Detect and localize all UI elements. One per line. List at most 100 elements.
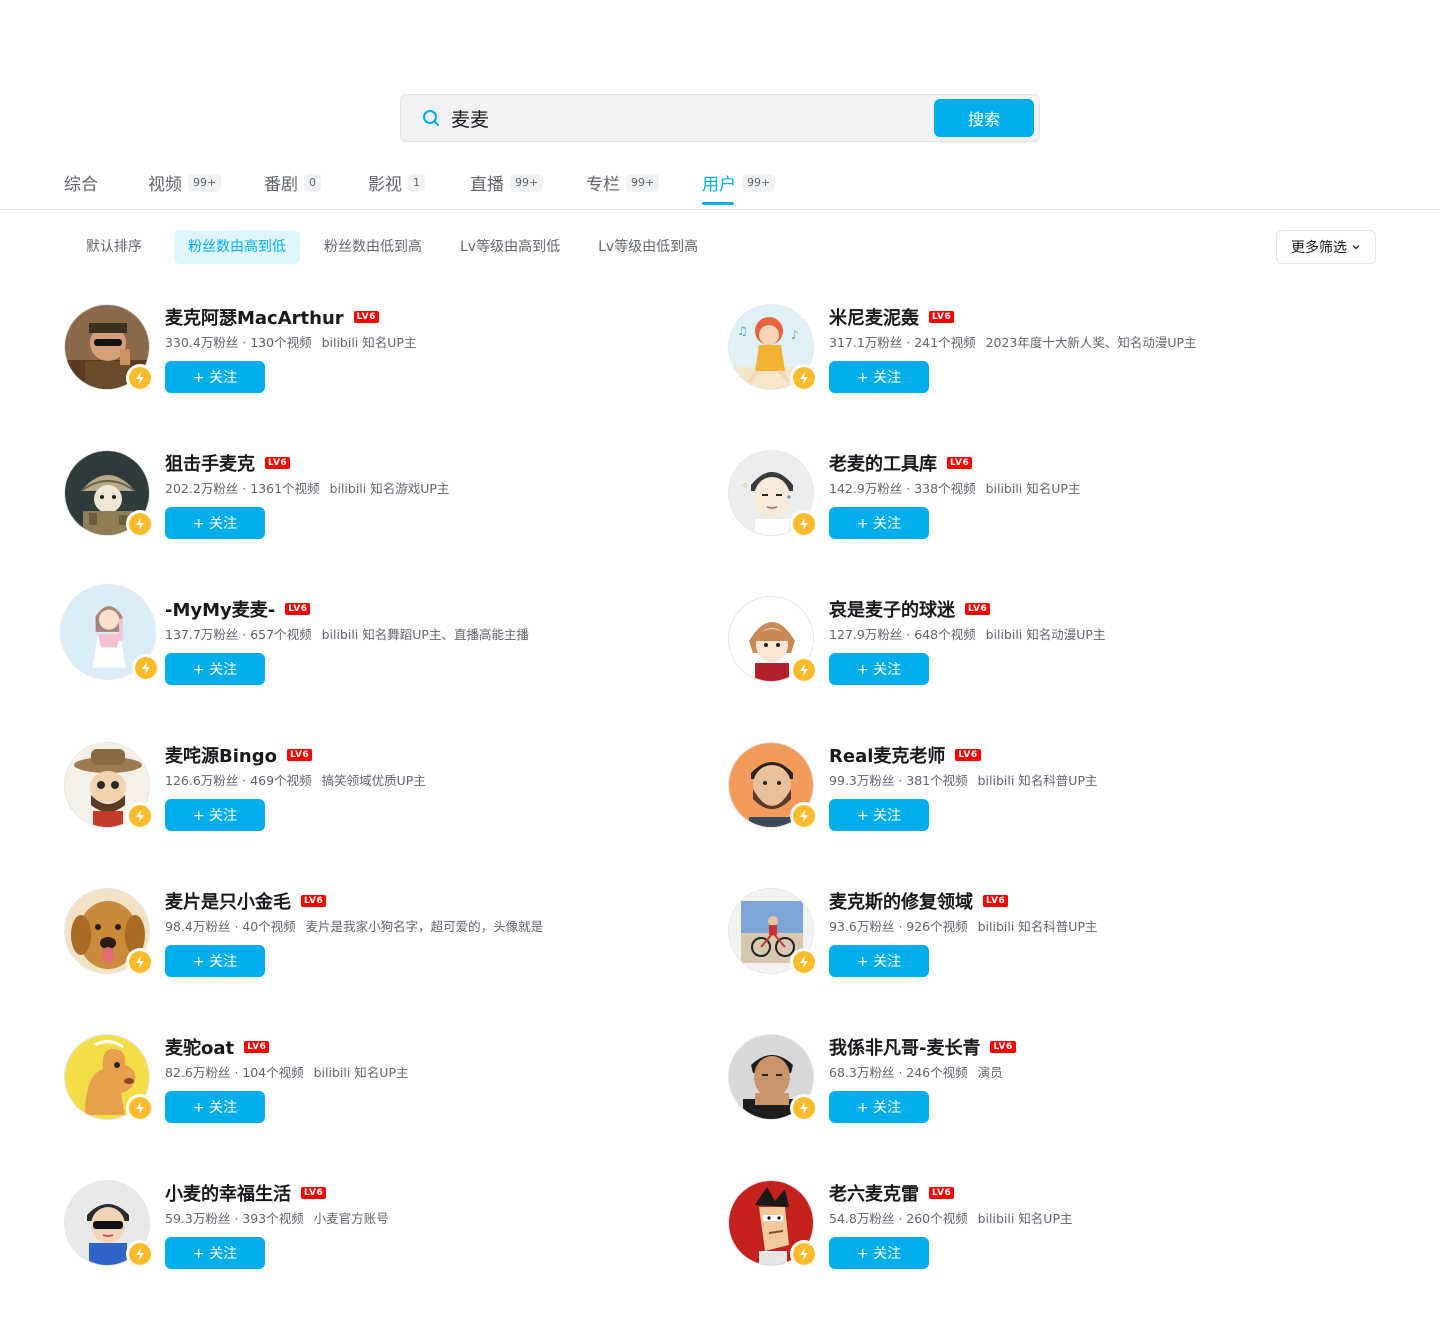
tab-label: 直播 [470,175,504,195]
level-badge: LV6 [929,1187,955,1199]
sort-option-3[interactable]: Lv等级由高到低 [448,230,572,264]
user-name[interactable]: 麦驼oat [165,1034,234,1060]
follow-button[interactable]: + 关注 [829,799,929,831]
user-info: 我係非凡哥-麦长青 LV6 68.3万粉丝 · 246个视频 演员 + 关注 [829,1034,1369,1123]
user-name[interactable]: 哀是麦子的球迷 [829,596,955,622]
follow-button[interactable]: + 关注 [165,945,265,977]
level-badge: LV6 [301,895,327,907]
search-input[interactable] [451,103,921,133]
user-name[interactable]: 麦克斯的修复领域 [829,888,973,914]
avatar-link[interactable] [728,596,818,684]
user-info: 麦驼oat LV6 82.6万粉丝 · 104个视频 bilibili 知名UP… [165,1034,705,1123]
tab-4[interactable]: 直播 99+ [470,166,586,210]
avatar-link[interactable] [728,1180,818,1268]
fans-count: 137.7万粉丝 [165,627,239,642]
follow-button[interactable]: + 关注 [829,945,929,977]
user-name-row: 小麦的幸福生活 LV6 [165,1180,705,1206]
video-count: 130个视频 [250,335,312,350]
user-description: 演员 [977,1065,1003,1080]
follow-button[interactable]: + 关注 [829,653,929,685]
follow-button[interactable]: + 关注 [165,507,265,539]
user-name[interactable]: 我係非凡哥-麦长青 [829,1034,980,1060]
user-name[interactable]: 麦片是只小金毛 [165,888,291,914]
fans-count: 317.1万粉丝 [829,335,903,350]
video-count: 104个视频 [242,1065,304,1080]
user-description: bilibili 知名动漫UP主 [985,627,1106,642]
avatar-link[interactable] [728,742,818,830]
follow-button[interactable]: + 关注 [829,361,929,393]
user-meta: 330.4万粉丝 · 130个视频 bilibili 知名UP主 [165,334,705,352]
fans-count: 93.6万粉丝 [829,919,895,934]
user-name[interactable]: -MyMy麦麦- [165,596,275,622]
user-name-row: 哀是麦子的球迷 LV6 [829,596,1369,622]
user-info: -MyMy麦麦- LV6 137.7万粉丝 · 657个视频 bilibili … [165,596,705,685]
tab-5[interactable]: 专栏 99+ [586,166,702,210]
fans-count: 127.9万粉丝 [829,627,903,642]
user-name[interactable]: 麦咤源Bingo [165,742,277,768]
user-card: 麦克斯的修复领域 LV6 93.6万粉丝 · 926个视频 bilibili 知… [728,888,1368,988]
video-count: 381个视频 [906,773,968,788]
sort-option-4[interactable]: Lv等级由低到高 [586,230,710,264]
tab-2[interactable]: 番剧 0 [264,166,368,210]
user-description: bilibili 知名UP主 [977,1211,1073,1226]
follow-button[interactable]: + 关注 [165,1237,265,1269]
avatar-link[interactable] [728,1034,818,1122]
avatar-link[interactable] [64,450,154,538]
follow-button[interactable]: + 关注 [165,653,265,685]
avatar-link[interactable] [728,888,818,976]
tab-0[interactable]: 综合 [64,166,148,210]
user-meta: 137.7万粉丝 · 657个视频 bilibili 知名舞蹈UP主、直播高能主… [165,626,705,644]
more-filter-button[interactable]: 更多筛选 [1276,230,1376,264]
fans-count: 54.8万粉丝 [829,1211,895,1226]
user-name-row: 老麦的工具库 LV6 [829,450,1369,476]
user-name[interactable]: 老六麦克雷 [829,1180,919,1206]
follow-button[interactable]: + 关注 [829,1091,929,1123]
avatar-link[interactable] [64,304,154,392]
avatar-link[interactable] [64,1180,154,1268]
user-name-row: 麦咤源Bingo LV6 [165,742,705,768]
level-badge: LV6 [990,1041,1016,1053]
user-name[interactable]: 米尼麦泥轰 [829,304,919,330]
level-badge: LV6 [955,749,981,761]
user-name[interactable]: 麦克阿瑟MacArthur [165,304,344,330]
follow-button[interactable]: + 关注 [165,1091,265,1123]
video-count: 338个视频 [914,481,976,496]
avatar-link[interactable]: ♪ ♫ [728,304,818,392]
avatar-link[interactable]: ✧ [728,450,818,538]
follow-button[interactable]: + 关注 [165,799,265,831]
user-name[interactable]: 小麦的幸福生活 [165,1180,291,1206]
tab-3[interactable]: 影视 1 [368,166,470,210]
avatar-link[interactable] [64,888,154,976]
level-badge: LV6 [983,895,1009,907]
search-button[interactable]: 搜索 [934,99,1034,137]
user-meta: 82.6万粉丝 · 104个视频 bilibili 知名UP主 [165,1064,705,1082]
user-name-row: 麦克斯的修复领域 LV6 [829,888,1369,914]
lightning-icon [136,372,144,384]
avatar-link[interactable] [64,1034,154,1122]
user-meta: 127.9万粉丝 · 648个视频 bilibili 知名动漫UP主 [829,626,1369,644]
user-name[interactable]: 老麦的工具库 [829,450,937,476]
level-badge: LV6 [965,603,991,615]
tab-count-badge: 99+ [510,174,544,192]
user-name[interactable]: 狙击手麦克 [165,450,255,476]
follow-button[interactable]: + 关注 [829,507,929,539]
tab-label: 视频 [148,175,182,195]
user-info: 麦克斯的修复领域 LV6 93.6万粉丝 · 926个视频 bilibili 知… [829,888,1369,977]
sort-option-2[interactable]: 粉丝数由低到高 [312,230,434,264]
user-name[interactable]: Real麦克老师 [829,742,945,768]
fans-count: 99.3万粉丝 [829,773,895,788]
avatar-link[interactable] [64,742,154,830]
verified-badge-icon [126,802,154,830]
lightning-icon [800,1248,808,1260]
sort-option-1[interactable]: 粉丝数由高到低 [174,230,300,264]
follow-button[interactable]: + 关注 [165,361,265,393]
tab-1[interactable]: 视频 99+ [148,166,264,210]
fans-count: 330.4万粉丝 [165,335,239,350]
sort-option-0[interactable]: 默认排序 [74,230,154,264]
video-count: 1361个视频 [250,481,320,496]
user-description: bilibili 知名科普UP主 [977,773,1098,788]
user-meta: 317.1万粉丝 · 241个视频 2023年度十大新人奖、知名动漫UP主 [829,334,1369,352]
avatar-link[interactable] [60,584,160,682]
follow-button[interactable]: + 关注 [829,1237,929,1269]
tab-6[interactable]: 用户 99+ [702,166,782,210]
